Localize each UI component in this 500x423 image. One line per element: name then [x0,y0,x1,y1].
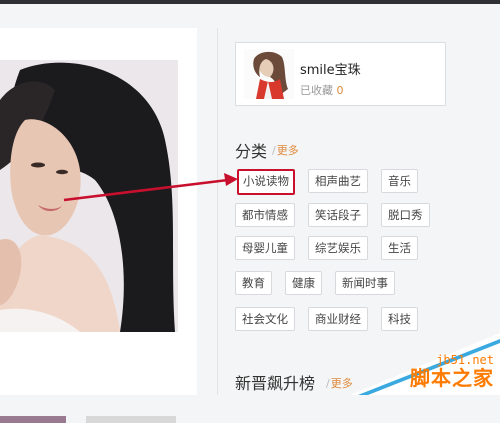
main-content-panel [0,28,197,423]
tag-mother-baby[interactable]: 母婴儿童 [235,236,295,260]
ranking-more-link[interactable]: /更多 [326,375,353,391]
tag-talk-show[interactable]: 脱口秀 [381,203,430,227]
tag-news[interactable]: 新闻时事 [335,271,395,295]
tag-education[interactable]: 教育 [235,271,272,295]
tag-urban-emotion[interactable]: 都市情感 [235,203,295,227]
tag-health[interactable]: 健康 [285,271,322,295]
tag-variety[interactable]: 综艺娱乐 [308,236,368,260]
tag-society-culture[interactable]: 社会文化 [235,307,295,331]
favorites-count[interactable]: 0 [337,84,344,97]
tag-music[interactable]: 音乐 [381,169,418,193]
top-bar [0,0,500,4]
watermark-name: 脚本之家 [410,366,494,390]
user-card[interactable]: smile宝珠 已收藏 0 [235,42,446,106]
featured-photo-image [0,60,178,332]
favorites-info: 已收藏 0 [300,82,344,98]
thumbnail[interactable] [0,416,66,423]
tag-crosstalk[interactable]: 相声曲艺 [308,169,368,193]
tag-business[interactable]: 商业财经 [308,307,368,331]
tag-tech[interactable]: 科技 [381,307,418,331]
watermark: jb51.net 脚本之家 [350,333,500,395]
thumbnail-strip [0,416,197,423]
tag-life[interactable]: 生活 [381,236,418,260]
tag-novels[interactable]: 小说读物 [237,169,295,195]
categories-title: 分类 [235,142,268,161]
favorites-label: 已收藏 [300,84,333,97]
avatar-illustration-icon [244,49,294,99]
categories-more-link[interactable]: /更多 [272,142,299,158]
thumbnail[interactable] [86,416,176,423]
username[interactable]: smile宝珠 [300,59,361,78]
tag-jokes[interactable]: 笑话段子 [308,203,368,227]
featured-photo[interactable] [0,60,178,332]
ranking-title: 新晋飙升榜 [235,374,316,393]
avatar[interactable] [244,49,294,99]
